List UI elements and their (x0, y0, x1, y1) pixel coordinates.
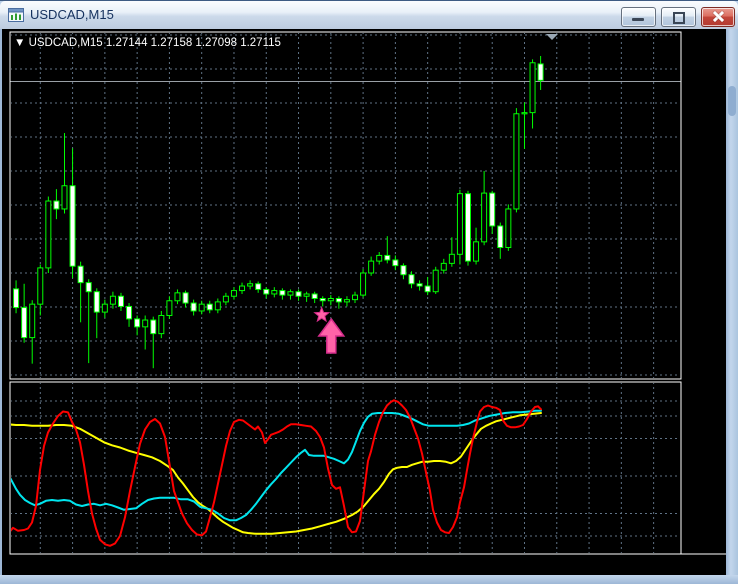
chart-window-icon (8, 7, 24, 23)
chart-canvas[interactable]: ▼ USDCAD,M15 1.27144 1.27158 1.27098 1.2… (2, 29, 726, 576)
minimize-icon (632, 18, 644, 21)
restore-icon (673, 12, 685, 24)
close-button[interactable] (701, 7, 735, 27)
minimize-button[interactable] (621, 7, 656, 27)
window-right-border (726, 29, 738, 576)
symbol-dropdown-icon: ▼ (14, 37, 29, 49)
close-icon (712, 11, 724, 22)
window-title: USDCAD,M15 (30, 7, 114, 22)
chart-ohlc-header: ▼ USDCAD,M15 1.27144 1.27158 1.27098 1.2… (14, 37, 281, 49)
chart-window: USDCAD,M15 ▼ USDCAD,M15 1.27144 1.27158 … (0, 0, 738, 584)
maximize-button[interactable] (661, 7, 696, 27)
chart-client-area[interactable]: ▼ USDCAD,M15 1.27144 1.27158 1.27098 1.2… (2, 29, 726, 576)
window-bottom-border (0, 575, 738, 584)
window-titlebar[interactable]: USDCAD,M15 (0, 1, 738, 30)
window-border-thumb (728, 86, 736, 116)
window-left-border (0, 29, 2, 576)
